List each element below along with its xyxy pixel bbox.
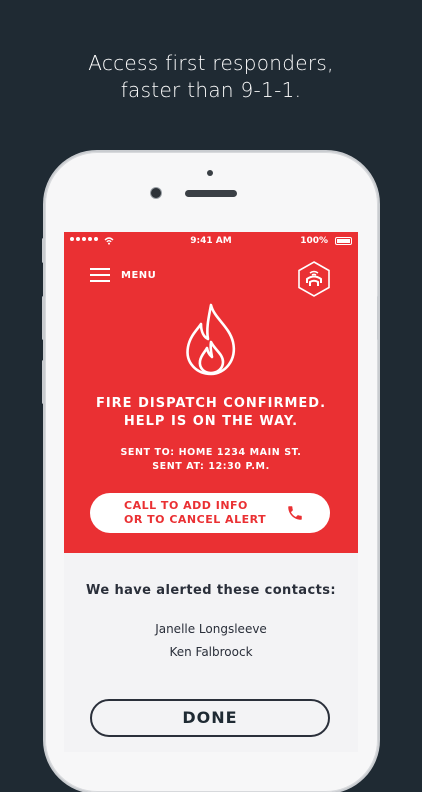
battery-percent: 100%: [300, 236, 328, 246]
power-button: [377, 296, 380, 340]
volume-down-button: [42, 296, 45, 340]
phone-sensor: [207, 170, 213, 176]
app-logo-icon[interactable]: [296, 261, 332, 297]
volume-up-button: [42, 238, 45, 263]
hamburger-menu-icon: [90, 268, 110, 282]
battery-icon: [335, 237, 352, 245]
headline-line-2: faster than 9-1-1.: [120, 78, 302, 102]
headline: Access first responders, faster than 9-1…: [0, 50, 422, 104]
confirmation-line-2: HELP IS ON THE WAY.: [123, 414, 299, 429]
dispatch-confirmation: FIRE DISPATCH CONFIRMED. HELP IS ON THE …: [64, 395, 358, 431]
contact-item: Ken Falbroock: [169, 645, 253, 659]
sent-to: SENT TO: HOME 1234 MAIN ST.: [120, 447, 302, 458]
alert-panel: 9:41 AM 100% MENU FIRE DISPATCH CONFIRME…: [64, 232, 358, 553]
call-button-line-2: OR TO CANCEL ALERT: [124, 513, 267, 526]
menu-button[interactable]: MENU: [90, 268, 156, 282]
confirmation-line-1: FIRE DISPATCH CONFIRMED.: [95, 396, 327, 411]
app-screen: 9:41 AM 100% MENU FIRE DISPATCH CONFIRME…: [64, 232, 358, 752]
sent-details: SENT TO: HOME 1234 MAIN ST. SENT AT: 12:…: [64, 446, 358, 474]
contact-item: Janelle Longsleeve: [155, 622, 267, 636]
sent-at: SENT AT: 12:30 P.M.: [152, 461, 270, 472]
status-bar: 9:41 AM 100%: [64, 232, 358, 250]
volume-button: [42, 360, 45, 404]
menu-label: MENU: [121, 269, 157, 281]
call-button-line-1: CALL TO ADD INFO: [124, 499, 248, 512]
done-button[interactable]: DONE: [90, 699, 330, 737]
headline-line-1: Access first responders,: [88, 51, 334, 75]
phone-speaker: [185, 190, 237, 197]
flame-icon: [186, 303, 236, 376]
phone-camera: [151, 188, 161, 198]
contacts-heading: We have alerted these contacts:: [86, 583, 336, 598]
phone-icon: [288, 506, 302, 520]
call-button-label: CALL TO ADD INFO OR TO CANCEL ALERT: [124, 499, 266, 527]
call-to-cancel-button[interactable]: CALL TO ADD INFO OR TO CANCEL ALERT: [90, 493, 330, 533]
